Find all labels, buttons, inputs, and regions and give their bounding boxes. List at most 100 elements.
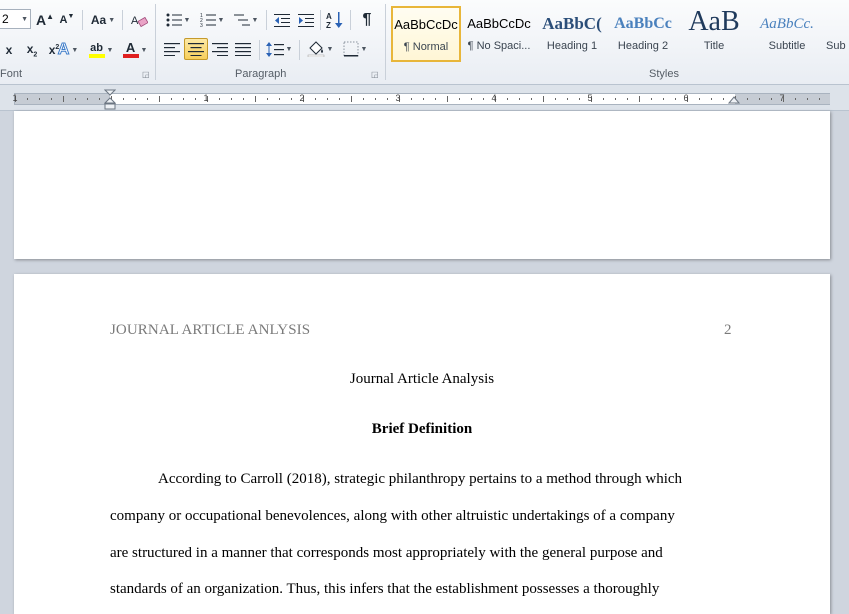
shrink-font-button[interactable]: A ▼ [57, 9, 77, 31]
show-formatting-marks-button[interactable]: ¶ [356, 9, 378, 31]
ruler-tick [651, 98, 652, 100]
multilevel-list-button[interactable]: ▼ [231, 9, 261, 31]
ruler-tick [579, 98, 580, 100]
style-title[interactable]: AaB Title [679, 6, 749, 62]
chevron-down-icon: ▼ [360, 45, 368, 53]
chevron-down-icon: ▼ [108, 16, 116, 24]
font-color-button[interactable]: A ▼ [120, 39, 150, 61]
body-line[interactable]: company or occupational benevolences, al… [110, 508, 675, 525]
page-1-bottom[interactable] [14, 111, 830, 259]
font-color-label: A [125, 40, 136, 55]
divider [82, 10, 83, 30]
justify-button[interactable] [232, 38, 254, 60]
section-heading[interactable]: Brief Definition [110, 421, 734, 438]
ruler-tick [135, 98, 136, 100]
ruler-tick [375, 98, 376, 100]
ruler-tick [615, 98, 616, 100]
line-spacing-button[interactable]: ▼ [264, 38, 294, 60]
ruler-tick [291, 98, 292, 100]
shading-button[interactable]: ▼ [304, 38, 336, 60]
horizontal-ruler[interactable]: 1 1 2 3 4 5 6 7 [12, 93, 830, 105]
style-subtle-emphasis[interactable]: Sub [822, 6, 849, 62]
increase-indent-button[interactable] [295, 9, 317, 31]
paragraph-dialog-launcher-icon[interactable]: ◲ [371, 71, 379, 79]
svg-text:3: 3 [200, 23, 203, 27]
chevron-down-icon: ▼ [285, 45, 293, 53]
chevron-down-icon: ▼ [106, 46, 114, 54]
font-color-swatch [122, 54, 139, 58]
text-effects-icon: A [57, 41, 70, 59]
ruler-tick [519, 98, 520, 100]
style-heading-1[interactable]: AaBbC( Heading 1 [537, 6, 607, 62]
pilcrow-icon: ¶ [362, 11, 372, 28]
change-case-button[interactable]: Aa ▼ [88, 9, 118, 31]
decrease-indent-icon [274, 14, 290, 27]
justify-icon [235, 42, 251, 56]
subscript-button[interactable]: x2 [22, 39, 42, 61]
body-line[interactable]: According to Carroll (2018), strategic p… [158, 471, 682, 488]
ruler-tick [171, 98, 172, 100]
ruler-tick [387, 98, 388, 100]
grow-font-button[interactable]: A ▲ [35, 9, 55, 31]
text-effects-button[interactable]: A ▼ [55, 39, 81, 61]
align-right-button[interactable] [209, 38, 231, 60]
divider [266, 10, 267, 30]
style-heading-2[interactable]: AaBbCc Heading 2 [608, 6, 678, 62]
ruler-tick [459, 98, 460, 100]
line-spacing-icon [265, 41, 284, 57]
style-sample-text: AaBbCcDc [467, 16, 531, 31]
body-line[interactable]: are structured in a manner that correspo… [110, 545, 663, 562]
chevron-down-icon: ▼ [326, 45, 334, 53]
numbering-button[interactable]: 1 2 3 ▼ [197, 9, 227, 31]
borders-button[interactable]: ▼ [339, 38, 371, 60]
highlight-label: ab [90, 41, 103, 54]
document-title[interactable]: Journal Article Analysis [110, 371, 734, 388]
style-name-label: ¶ No Spaci... [467, 40, 531, 52]
ruler-tick [675, 98, 676, 100]
font-size-combo[interactable]: 2 ▼ [0, 9, 31, 29]
style-name-label: Sub [826, 40, 846, 52]
style-name-label: Title [703, 40, 725, 52]
chevron-down-icon[interactable]: ▼ [21, 16, 28, 23]
ruler-tick [255, 96, 256, 102]
chevron-down-icon: ▼ [140, 46, 148, 54]
indent-marker-icon[interactable] [104, 89, 116, 111]
ruler-tick [423, 98, 424, 100]
ruler-number: 2 [299, 93, 305, 103]
ruler-tick [39, 98, 40, 100]
decrease-indent-button[interactable] [271, 9, 293, 31]
style-no-spacing[interactable]: AaBbCcDc ¶ No Spaci... [464, 6, 534, 62]
style-normal[interactable]: AaBbCcDc ¶ Normal [391, 6, 461, 62]
bold-partial-button[interactable]: x [0, 39, 18, 61]
style-sample-text [823, 7, 848, 39]
ruler-number: 4 [491, 93, 497, 103]
font-dialog-launcher-icon[interactable]: ◲ [142, 71, 150, 79]
ruler-tick [159, 96, 160, 102]
align-center-button[interactable] [184, 38, 208, 60]
align-right-icon [212, 42, 228, 56]
style-subtitle[interactable]: AaBbCc. Subtitle [752, 6, 822, 62]
divider [320, 10, 321, 30]
numbered-list-icon: 123 [200, 13, 216, 27]
sort-button[interactable]: AZ [324, 9, 346, 31]
page-number: 2 [724, 322, 732, 338]
style-sample-text: AaBbC( [542, 14, 602, 33]
highlight-button[interactable]: ab ▼ [85, 39, 117, 61]
paint-bucket-icon [307, 41, 324, 57]
increase-indent-icon [298, 14, 314, 27]
svg-text:Z: Z [326, 21, 331, 29]
group-separator [385, 4, 386, 80]
body-line[interactable]: standards of an organization. Thus, this… [110, 581, 659, 598]
bullets-button[interactable]: ▼ [163, 9, 193, 31]
ruler-number: 1 [203, 93, 209, 103]
align-center-icon [188, 42, 204, 56]
ruler-tick [231, 98, 232, 100]
style-name-label: ¶ Normal [403, 41, 449, 53]
right-indent-marker-icon[interactable] [728, 95, 740, 107]
ruler-tick [363, 98, 364, 100]
ruler-tick [327, 98, 328, 100]
ruler-tick [819, 98, 820, 100]
align-left-button[interactable] [161, 38, 183, 60]
multilevel-list-icon [233, 14, 250, 26]
clear-formatting-button[interactable]: A [128, 9, 150, 31]
